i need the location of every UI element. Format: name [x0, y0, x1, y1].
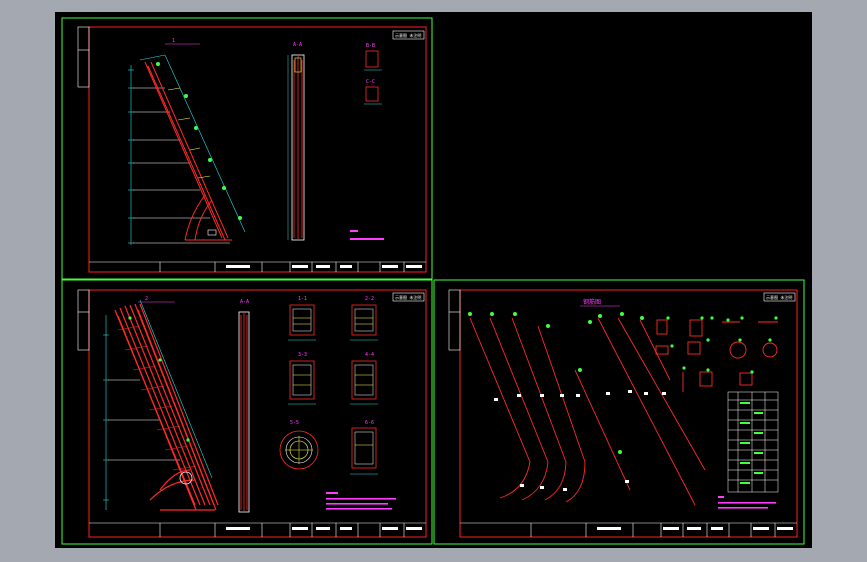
sheet-3-stamp: 示意图 未注明	[766, 294, 792, 300]
cad-drawing-canvas: 示意图 未注明 1 A-A B-B C-C 示意图 未注明 2 A-A 1-1 …	[55, 12, 812, 548]
sheet-2-view-title: 2	[145, 296, 148, 302]
sheet-1-elevation-title: A-A	[293, 42, 302, 48]
sheet-2-elevation-title: A-A	[240, 299, 249, 305]
sheet-2-section-1-title: 1-1	[298, 296, 307, 302]
sheet-1-stamp: 示意图 未注明	[395, 32, 421, 38]
sheet-2-section-5-title: 5-5	[290, 420, 299, 426]
sheet-2-section-6-title: 6-6	[365, 420, 374, 426]
sheet-2-section-3-title: 3-3	[298, 352, 307, 358]
sheet-2-section-4-title: 4-4	[365, 352, 374, 358]
sheet-1-view-title: 1	[172, 38, 175, 44]
sheet-1-section-b-title: B-B	[366, 43, 375, 49]
sheet-3-title: 钢筋图	[583, 298, 601, 306]
sheet-1-section-c-title: C-C	[366, 79, 375, 85]
sheet-2-section-2-title: 2-2	[365, 296, 374, 302]
sheet-2-stamp: 示意图 未注明	[395, 294, 421, 300]
